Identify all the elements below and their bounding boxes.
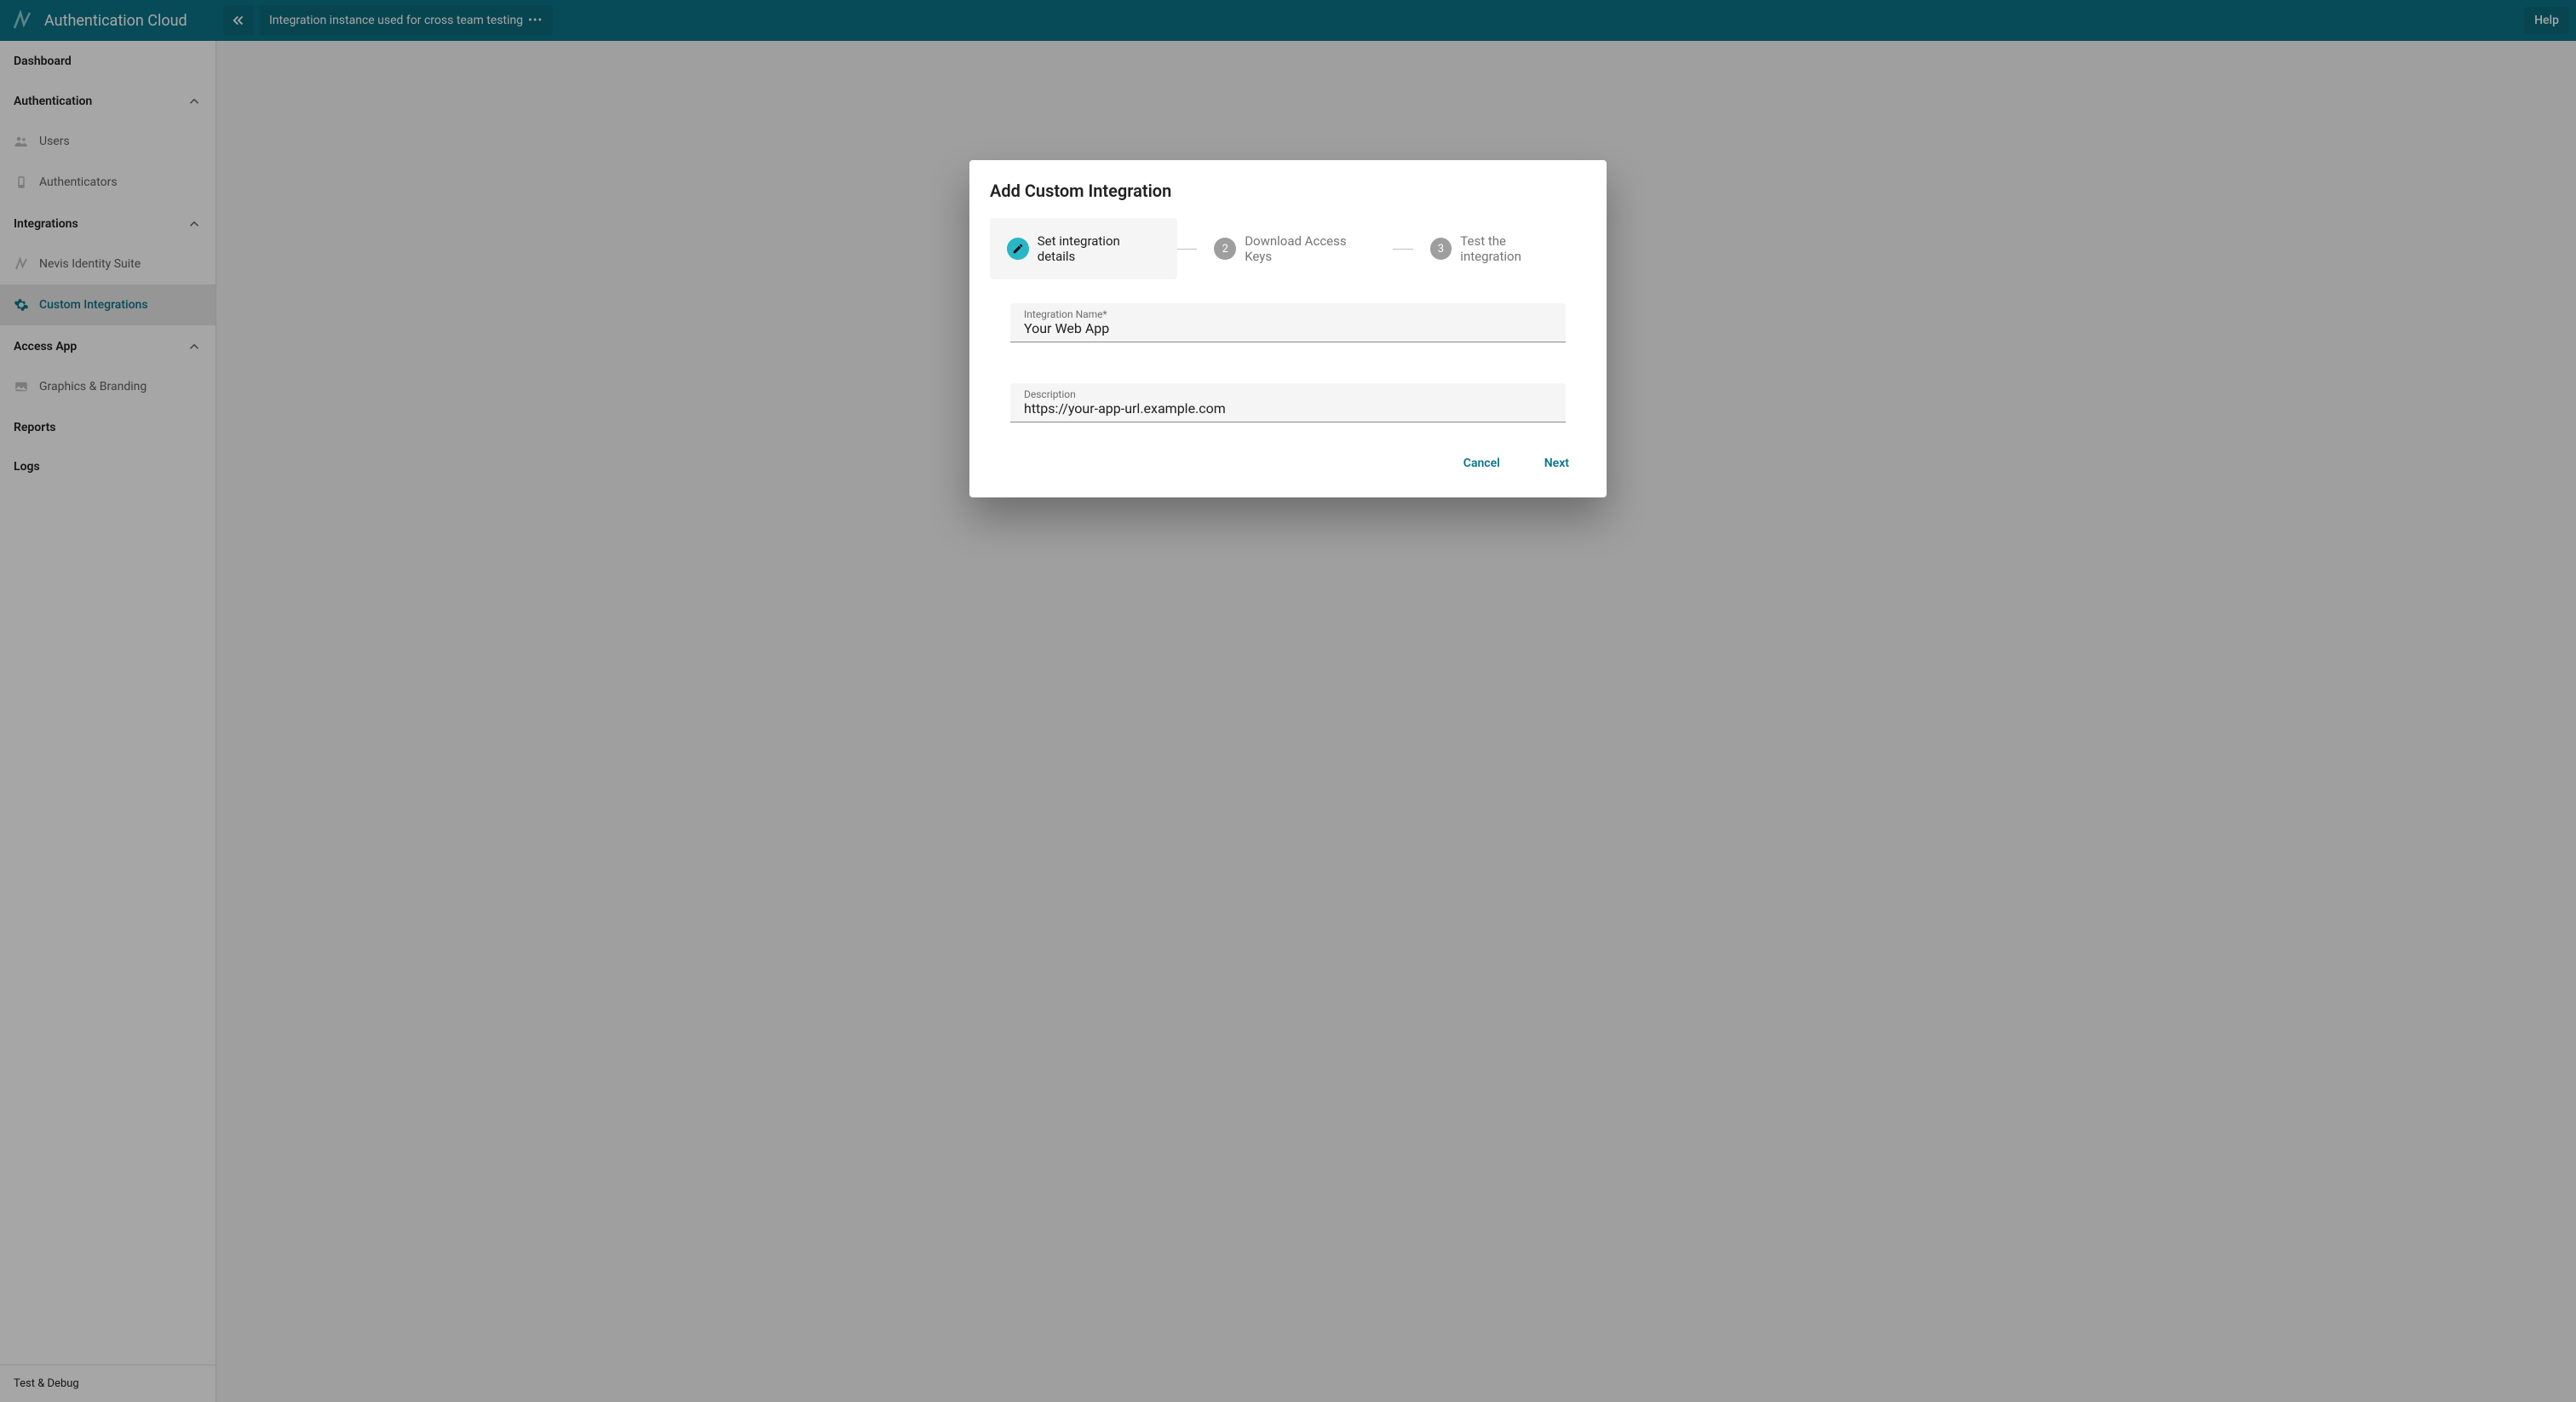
step-badge: 3 — [1430, 238, 1452, 260]
image-icon — [14, 379, 29, 394]
sidebar-item-label: Graphics & Branding — [39, 380, 147, 394]
sidebar-item-label: Authentication — [14, 95, 92, 108]
stepper: Set integration details 2 Download Acces… — [990, 218, 1586, 279]
cancel-button[interactable]: Cancel — [1453, 450, 1510, 477]
description-input[interactable] — [1024, 400, 1552, 417]
sidebar-item-label: Integrations — [14, 217, 78, 231]
step-1[interactable]: Set integration details — [990, 218, 1177, 279]
step-badge: 2 — [1214, 238, 1236, 260]
sidebar: Dashboard Authentication Users Aut — [0, 41, 216, 1402]
sidebar-item-label: Dashboard — [14, 55, 72, 68]
sidebar-section-authentication[interactable]: Authentication — [0, 80, 216, 121]
topbar-center: Integration instance used for cross team… — [223, 5, 553, 36]
brand-mark-icon — [14, 256, 29, 272]
sidebar-item-custom-integrations[interactable]: Custom Integrations — [0, 284, 216, 325]
instance-selector[interactable]: Integration instance used for cross team… — [259, 5, 553, 36]
add-custom-integration-dialog: Add Custom Integration Set integration d… — [969, 160, 1607, 497]
step-connector — [1393, 249, 1413, 250]
help-label: Help — [2534, 14, 2559, 27]
sidebar-item-users[interactable]: Users — [0, 121, 216, 162]
description-label: Description — [1024, 388, 1076, 400]
ellipsis-icon: ••• — [528, 14, 543, 27]
sidebar-item-nevis-identity-suite[interactable]: Nevis Identity Suite — [0, 244, 216, 284]
sidebar-item-label: Logs — [14, 460, 40, 474]
brand-logo-icon — [12, 10, 32, 31]
sidebar-item-test-debug[interactable]: Test & Debug — [0, 1365, 216, 1402]
sidebar-item-graphics-branding[interactable]: Graphics & Branding — [0, 366, 216, 407]
sidebar-item-reports[interactable]: Reports — [0, 407, 216, 446]
sidebar-item-label: Test & Debug — [14, 1377, 79, 1390]
topbar: Authentication Cloud Integration instanc… — [0, 0, 2576, 41]
sidebar-item-authenticators[interactable]: Authenticators — [0, 162, 216, 203]
chevron-up-icon — [187, 216, 202, 232]
step-label: Set integration details — [1038, 233, 1160, 264]
pencil-icon — [1007, 238, 1029, 260]
chevron-up-icon — [187, 94, 202, 109]
sidebar-item-logs[interactable]: Logs — [0, 446, 216, 486]
dialog-actions: Cancel Next — [990, 443, 1586, 477]
step-3[interactable]: 3 Test the integration — [1413, 218, 1586, 279]
sidebar-section-access-app[interactable]: Access App — [0, 325, 216, 366]
sidebar-item-label: Access App — [14, 340, 77, 353]
sidebar-section-integrations[interactable]: Integrations — [0, 203, 216, 244]
brand-name: Authentication Cloud — [44, 12, 187, 30]
description-field-wrapper: Description — [1010, 383, 1566, 422]
chevron-double-left-icon — [231, 13, 246, 28]
sidebar-item-label: Nevis Identity Suite — [39, 257, 141, 271]
help-button[interactable]: Help — [2524, 7, 2569, 34]
chevron-up-icon — [187, 339, 202, 354]
step-label: Test the integration — [1460, 233, 1569, 264]
sidebar-item-label: Authenticators — [39, 175, 118, 189]
instance-label: Integration instance used for cross team… — [269, 14, 523, 27]
sidebar-collapse-button[interactable] — [223, 5, 254, 36]
integration-name-field-wrapper: Integration Name* — [1010, 303, 1566, 342]
sidebar-item-label: Custom Integrations — [39, 298, 148, 312]
sidebar-item-dashboard[interactable]: Dashboard — [0, 41, 216, 80]
gear-icon — [14, 297, 29, 313]
phone-icon — [14, 175, 29, 190]
dialog-title: Add Custom Integration — [990, 181, 1586, 201]
users-icon — [14, 134, 29, 149]
integration-name-input[interactable] — [1024, 320, 1552, 336]
integration-name-label: Integration Name* — [1024, 308, 1107, 320]
next-button[interactable]: Next — [1534, 450, 1579, 477]
step-label: Download Access Keys — [1245, 233, 1376, 264]
brand: Authentication Cloud — [7, 10, 223, 31]
sidebar-item-label: Reports — [14, 421, 56, 434]
step-connector — [1177, 249, 1198, 250]
step-2[interactable]: 2 Download Access Keys — [1197, 218, 1392, 279]
sidebar-item-label: Users — [39, 135, 70, 148]
